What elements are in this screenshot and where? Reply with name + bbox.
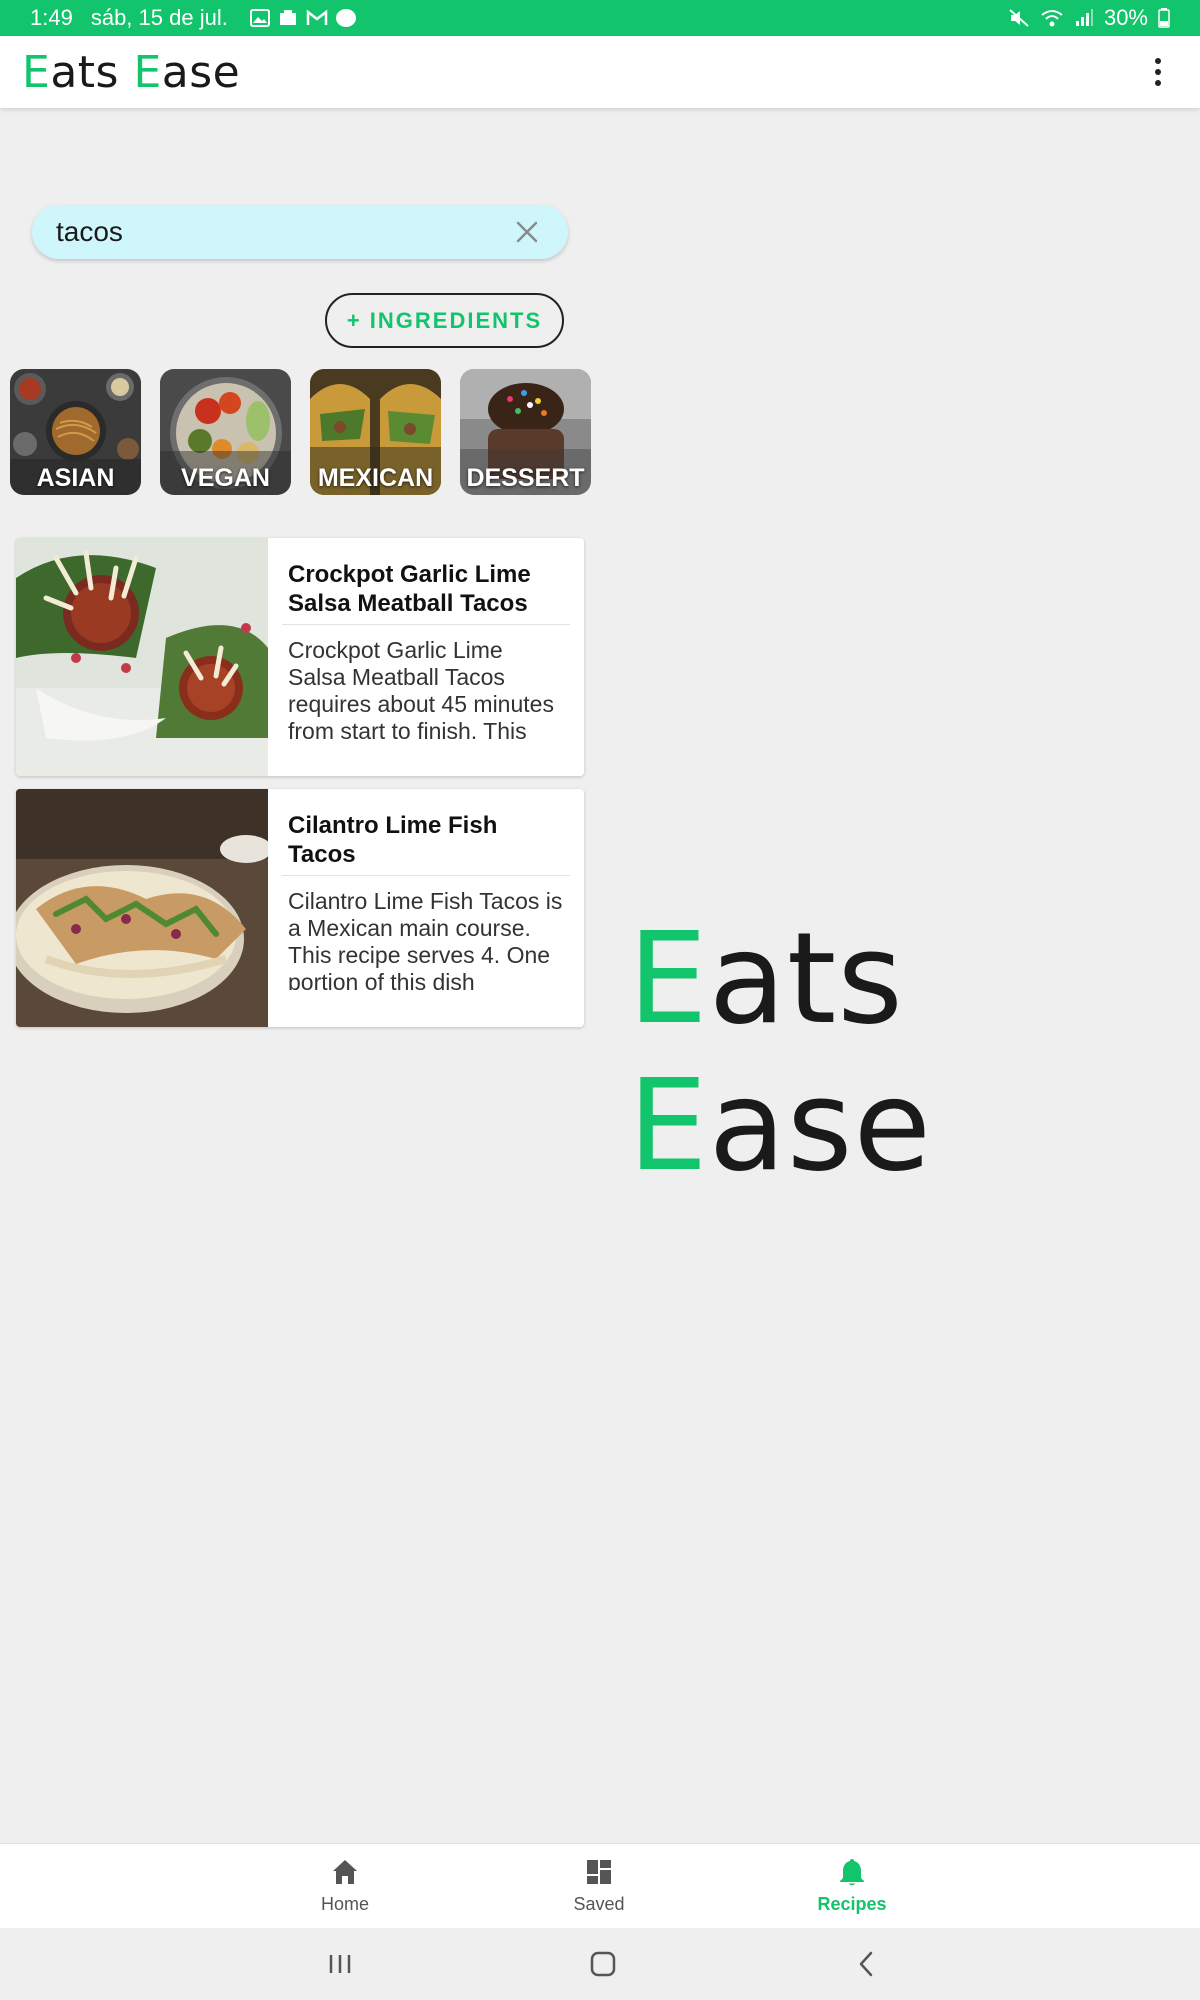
recipe-image (16, 538, 268, 776)
app-bar: Eats Ease (0, 36, 1200, 108)
recipe-card[interactable]: Cilantro Lime Fish Tacos Cilantro Lime F… (16, 789, 584, 1027)
nav-saved-label: Saved (573, 1894, 625, 1914)
system-navigation-bar (0, 1928, 1200, 2000)
mute-icon (1009, 9, 1029, 27)
category-label: DESSERT (466, 464, 585, 492)
nav-saved[interactable]: Saved (529, 1856, 669, 1915)
logo-letter-e1: E (628, 905, 709, 1052)
recipe-image (16, 789, 268, 1027)
hotel-notification-icon (279, 10, 296, 25)
add-ingredients-button[interactable]: + INGREDIENTS (325, 293, 564, 348)
battery-icon (1158, 8, 1170, 28)
category-asian[interactable]: ASIAN (10, 369, 141, 495)
bottom-navigation: Home Saved Recipes (0, 1843, 1200, 1928)
app-logo: Eats Ease (22, 47, 240, 98)
recipe-description: Crockpot Garlic Lime Salsa Meatball Taco… (288, 637, 554, 739)
category-list: ASIAN VEGAN MEXICAN DESSERT (10, 369, 591, 495)
brand-logo-large: Eats Ease (628, 905, 1200, 1199)
nav-recipes[interactable]: Recipes (782, 1856, 922, 1915)
logo-letter-e2: E (133, 46, 162, 98)
more-notifications-dot (335, 9, 356, 27)
logo-text-ats: ats (50, 46, 134, 98)
recipe-card[interactable]: Crockpot Garlic Lime Salsa Meatball Taco… (16, 538, 584, 776)
home-button-icon[interactable] (583, 1946, 623, 1982)
logo-letter-e1: E (22, 46, 51, 98)
recipe-title: Crockpot Garlic Lime Salsa Meatball Taco… (282, 560, 570, 625)
category-label: VEGAN (181, 464, 270, 492)
bell-icon (840, 1859, 864, 1886)
logo-text-ase: ase (161, 46, 241, 98)
nav-home[interactable]: Home (275, 1856, 415, 1915)
nav-recipes-label: Recipes (817, 1894, 887, 1914)
overflow-menu-icon[interactable] (1138, 52, 1178, 92)
back-icon[interactable] (846, 1946, 886, 1982)
category-vegan[interactable]: VEGAN (160, 369, 291, 495)
search-field[interactable]: tacos (32, 205, 568, 259)
recent-apps-icon[interactable] (320, 1946, 360, 1982)
category-mexican[interactable]: MEXICAN (310, 369, 441, 495)
recipe-title: Cilantro Lime Fish Tacos (282, 811, 570, 876)
status-bar: 1:49 sáb, 15 de jul. 30% (0, 0, 1200, 36)
clear-icon[interactable] (510, 215, 544, 249)
gmail-notification-icon (306, 9, 328, 25)
category-label: ASIAN (36, 464, 115, 492)
status-date: sáb, 15 de jul. (90, 5, 228, 30)
status-time: 1:49 (30, 5, 73, 30)
dashboard-icon (587, 1860, 611, 1884)
logo-text-ase: ase (708, 1052, 933, 1199)
search-input[interactable]: tacos (56, 216, 510, 248)
gallery-notification-icon (249, 9, 270, 27)
home-icon (333, 1860, 357, 1884)
logo-letter-e2: E (628, 1052, 709, 1199)
signal-icon (1075, 9, 1093, 26)
category-label: MEXICAN (317, 464, 434, 492)
battery-percent: 30% (1103, 5, 1148, 30)
recipe-description: Cilantro Lime Fish Tacos is a Mexican ma… (288, 888, 563, 990)
category-dessert[interactable]: DESSERT (460, 369, 591, 495)
nav-home-label: Home (320, 1894, 369, 1914)
logo-text-ats: ats (708, 905, 904, 1052)
wifi-icon (1041, 10, 1063, 27)
